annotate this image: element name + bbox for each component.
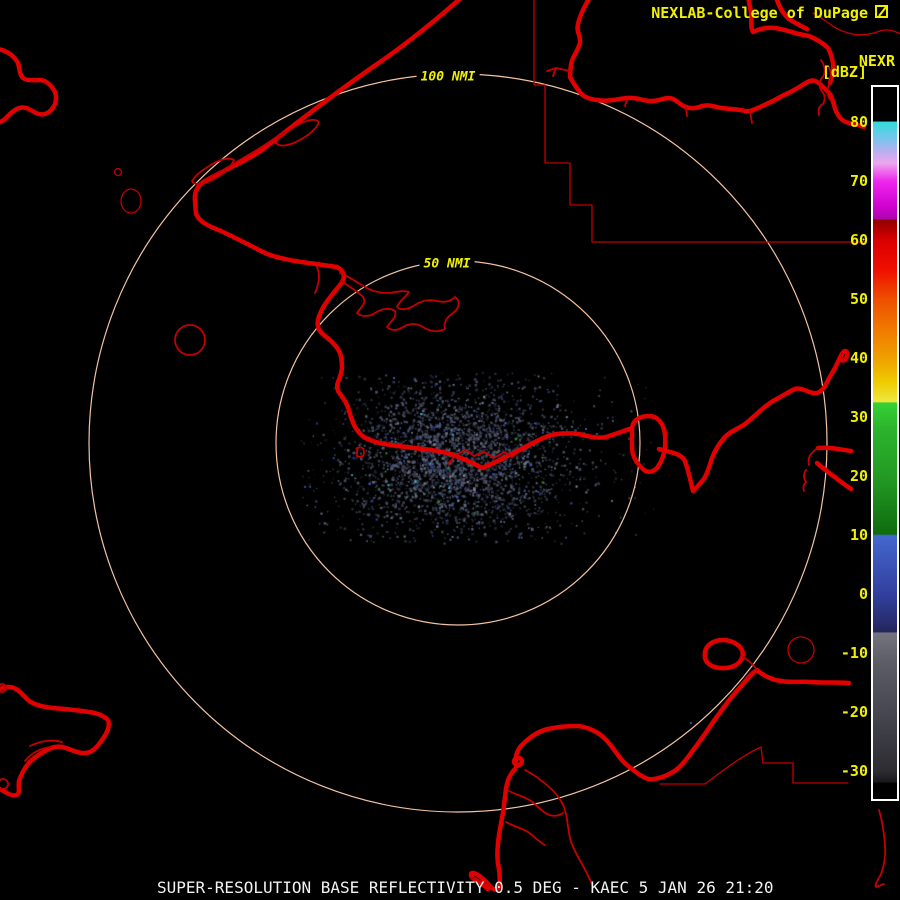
colorbar-tick-20: 20 [850,467,868,485]
radar-display: NEXLAB-College of DuPage NEXR [dBZ] 8070… [0,0,900,900]
lake-ring-small [115,169,122,176]
map-layer [0,0,900,900]
colorbar-tick-70: 70 [850,172,868,190]
colorbar-tick-60: 60 [850,231,868,249]
colorbar-tick-50: 50 [850,290,868,308]
coast-below-colorbar [875,810,885,887]
coastline-east [659,351,847,491]
status-bar: SUPER-RESOLUTION BASE REFLECTIVITY 0.5 D… [157,878,774,897]
colorbar-tick--10: -10 [841,644,868,662]
rivermouth-right-thin [803,448,818,491]
range-label-100nmi: 100 NMI [417,70,480,85]
colorbar-tick--20: -20 [841,703,868,721]
lake-blob [705,640,743,668]
island-bottom-dome [471,670,849,889]
boundary-stepped [534,0,866,242]
colorbar-tick--30: -30 [841,762,868,780]
lake-circle-right [788,637,814,663]
coastline-ne-inlets [547,68,752,123]
reflectivity-colorbar [871,85,899,801]
range-ring-50nmi [276,261,640,625]
colorbar-gradient [873,87,897,799]
colorbar-tick-30: 30 [850,408,868,426]
lake-circle-leftlow [175,325,205,355]
cape-topleft [0,49,56,123]
title-text: NEXLAB-College of DuPage [651,4,868,22]
coastline-peninsula-loop [632,416,665,472]
island-d-mark [357,448,364,457]
colorbar-tick-10: 10 [850,526,868,544]
page-title: NEXLAB-College of DuPage [651,4,888,22]
range-label-50nmi: 50 NMI [420,257,475,272]
dupage-flag-icon [875,4,888,22]
colorbar-tick-40: 40 [850,349,868,367]
colorbar-tick-0: 0 [859,585,868,603]
dome-channels [470,770,592,887]
rivermouth-right [817,448,851,489]
boundary-bottomright [660,747,848,784]
colorbar-tick-80: 80 [850,113,868,131]
colorbar-units-label: [dBZ] [822,63,867,81]
lake-circle-leftmid [121,189,141,213]
